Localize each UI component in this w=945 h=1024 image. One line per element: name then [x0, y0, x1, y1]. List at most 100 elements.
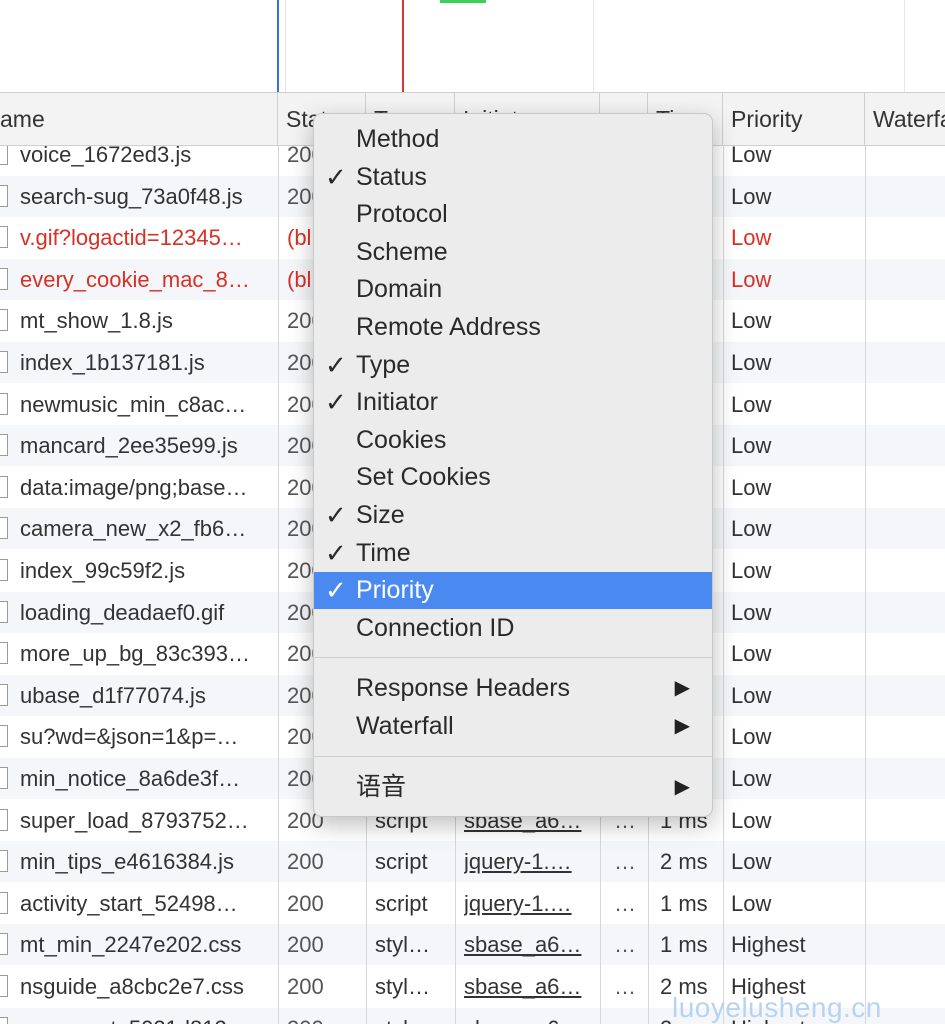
menu-item-domain[interactable]: Domain — [314, 271, 712, 308]
column-header-waterfall[interactable]: Waterfall — [865, 93, 945, 145]
file-icon — [0, 550, 14, 591]
file-icon-shape — [0, 933, 8, 956]
request-name: min_notice_8a6de3f… — [20, 766, 241, 791]
menu-item-scheme[interactable]: Scheme — [314, 234, 712, 271]
dom-content-loaded-marker — [277, 0, 279, 92]
checkmark-icon: ✓ — [325, 349, 347, 380]
file-icon-shape — [0, 559, 8, 581]
request-name: min_tips_e4616384.js — [20, 849, 235, 875]
request-size: … — [614, 890, 636, 916]
file-icon-shape — [0, 517, 8, 540]
menu-item-priority[interactable]: ✓ Priority — [314, 572, 712, 610]
request-initiator[interactable]: sbase_a6… — [464, 1008, 592, 1024]
overview-grid-line — [285, 0, 286, 92]
request-name: loading_deadaef0.gif — [20, 599, 225, 625]
table-row[interactable]: mt_min_2247e202.css 200 styl… sbase_a6… … 1 m… — [0, 924, 945, 966]
file-icon-shape — [0, 475, 8, 498]
file-icon-shape — [0, 600, 8, 623]
menu-item-time[interactable]: ✓ Time — [314, 535, 712, 572]
menu-item-label: Size — [356, 501, 405, 529]
checkmark-icon: ✓ — [325, 500, 347, 530]
menu-item-response-headers[interactable]: Response Headers ▶ — [314, 670, 712, 707]
column-divider — [723, 146, 724, 1024]
file-icon — [0, 300, 14, 341]
menu-separator — [314, 755, 712, 757]
menu-item-label: Initiator — [356, 388, 438, 417]
request-initiator[interactable]: jquery-1.… — [464, 841, 592, 882]
checkmark-icon: ✓ — [325, 161, 347, 192]
menu-item-label: Scheme — [356, 237, 448, 266]
file-icon — [0, 592, 14, 633]
request-type: styl… — [375, 974, 430, 999]
menu-item-waterfall[interactable]: Waterfall ▶ — [314, 708, 712, 745]
file-icon — [0, 176, 14, 217]
request-name: index_1b137181.js — [20, 350, 205, 375]
menu-item-initiator[interactable]: ✓ Initiator — [314, 384, 712, 421]
menu-item-status[interactable]: ✓ Status — [314, 159, 712, 196]
file-icon-shape — [0, 184, 8, 207]
file-icon-shape — [0, 267, 8, 290]
menu-item-label: Waterfall — [356, 712, 454, 740]
file-icon — [0, 508, 14, 549]
request-initiator[interactable]: jquery-1.… — [464, 883, 592, 924]
menu-item-label: Priority — [356, 576, 434, 605]
file-icon — [0, 758, 14, 799]
request-name: search-sug_73a0f48.js — [20, 183, 243, 209]
request-priority: Low — [731, 266, 772, 292]
request-size: … — [614, 849, 636, 875]
table-row[interactable]: min_tips_e4616384.js 200 script jquery-1.… …… — [0, 841, 945, 883]
request-name: mt_min_2247e202.css — [20, 932, 242, 958]
file-icon-shape — [0, 1016, 8, 1024]
file-icon — [0, 800, 14, 841]
overview-grid-line — [904, 0, 905, 92]
request-priority: Low — [731, 599, 772, 625]
request-time: 1 ms — [660, 890, 708, 916]
file-icon — [0, 146, 14, 175]
menu-item-connection-id[interactable]: Connection ID — [314, 610, 712, 647]
request-size: … — [614, 932, 636, 958]
request-initiator[interactable]: sbase_a6… — [464, 924, 592, 965]
request-name: voice_1672ed3.js — [20, 146, 192, 167]
menu-item-label: Time — [356, 538, 411, 567]
menu-item-label: Connection ID — [356, 613, 515, 642]
file-icon-shape — [0, 891, 8, 914]
menu-item-protocol[interactable]: Protocol — [314, 196, 712, 233]
file-icon — [0, 675, 14, 716]
request-initiator[interactable]: sbase_a6… — [464, 966, 592, 1007]
menu-item-size[interactable]: ✓ Size — [314, 497, 712, 534]
menu-item-cookies[interactable]: Cookies — [314, 422, 712, 459]
menu-item-language[interactable]: 语音 ▶ — [314, 769, 712, 806]
menu-item-set-cookies[interactable]: Set Cookies — [314, 459, 712, 496]
request-type: script — [375, 890, 428, 916]
menu-item-label: Cookies — [356, 425, 447, 454]
request-priority: Low — [731, 849, 772, 875]
request-name: more_up_bg_83c393… — [20, 641, 250, 667]
menu-item-label: Status — [356, 162, 427, 191]
submenu-arrow-icon: ▶ — [674, 677, 690, 700]
request-priority: Low — [731, 766, 772, 791]
menu-item-remote-address[interactable]: Remote Address — [314, 309, 712, 346]
request-size: … — [614, 1008, 642, 1024]
file-icon — [0, 217, 14, 258]
menu-item-type[interactable]: ✓ Type — [314, 347, 712, 384]
request-priority: Highest — [731, 932, 806, 958]
request-name: mt_show_1.8.js — [20, 308, 173, 334]
column-header-priority[interactable]: Priority — [723, 93, 865, 145]
table-row[interactable]: activity_start_52498… 200 script jquery-1.…… — [0, 883, 945, 924]
request-priority: Low — [731, 558, 772, 583]
overview-timeline[interactable] — [0, 0, 945, 93]
file-icon-shape — [0, 642, 8, 665]
request-priority: Low — [731, 350, 772, 375]
checkmark-icon: ✓ — [325, 575, 347, 606]
column-header-name[interactable]: ame — [0, 93, 278, 145]
request-name: mancard_2ee35e99.js — [20, 433, 238, 459]
file-icon — [0, 342, 14, 383]
menu-item-label: Remote Address — [356, 313, 541, 341]
request-name: super_load_8793752… — [20, 807, 249, 833]
file-icon — [0, 425, 14, 466]
menu-item-label: Method — [356, 125, 440, 153]
request-priority: Low — [731, 474, 772, 500]
request-status: 200 — [287, 932, 324, 958]
menu-item-label: Set Cookies — [356, 463, 491, 492]
menu-item-method[interactable]: Method — [314, 121, 712, 158]
